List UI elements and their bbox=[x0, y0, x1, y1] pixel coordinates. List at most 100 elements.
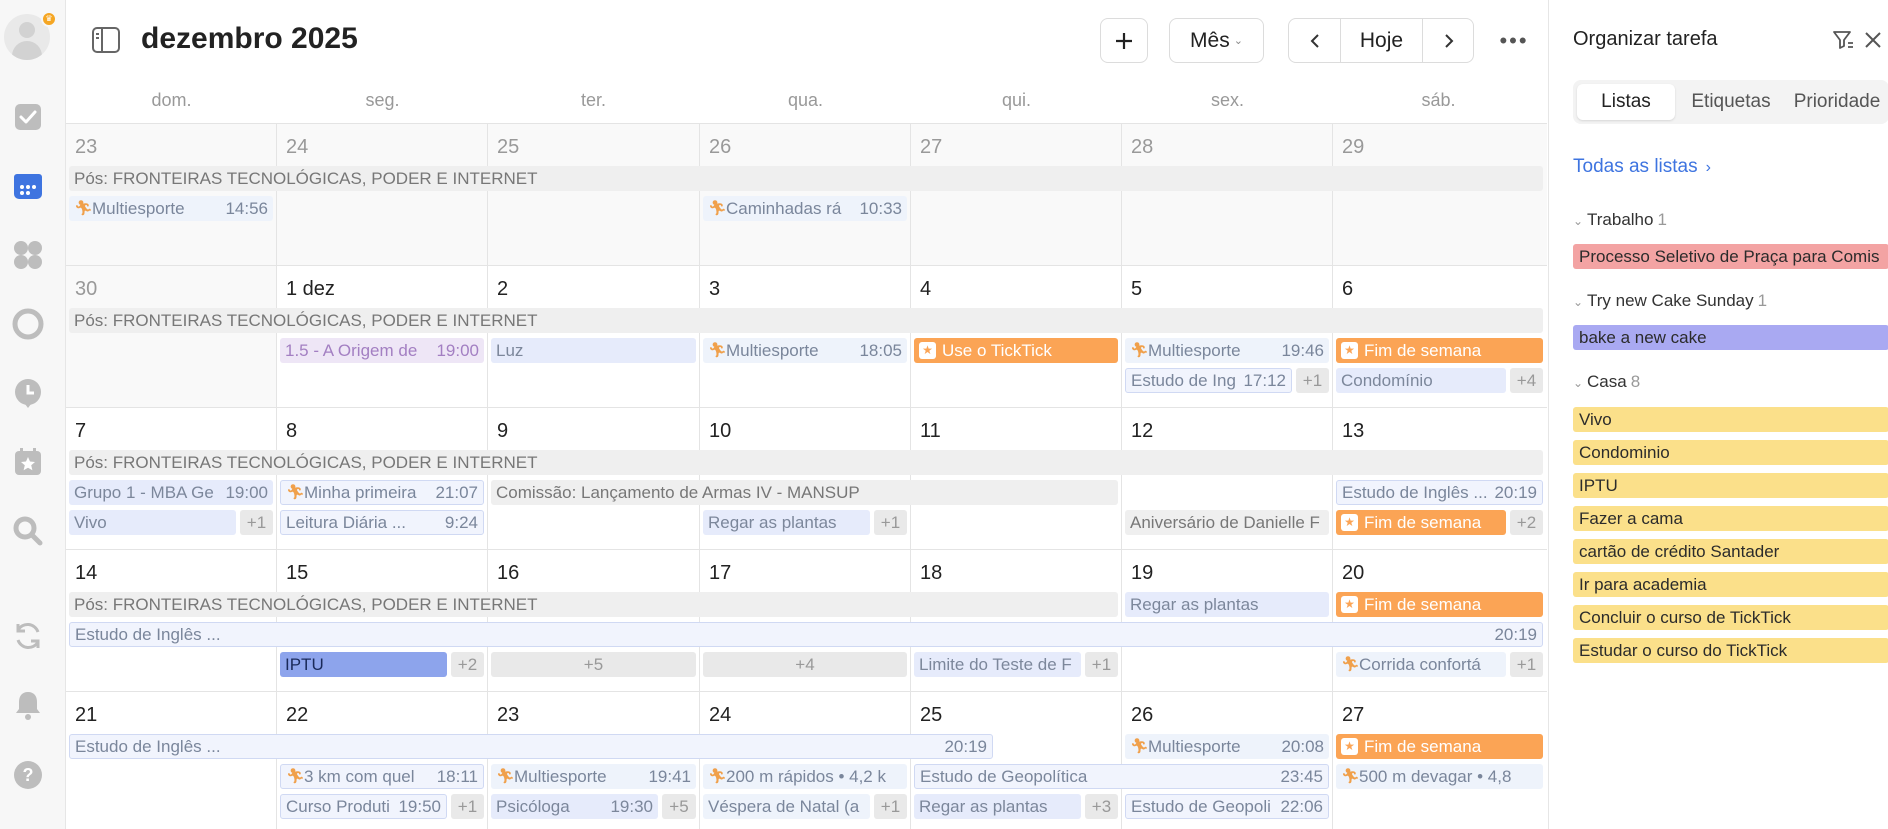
calendar-event[interactable]: Estudo de Inglês ... 20:19 bbox=[69, 734, 993, 759]
calendar-event[interactable]: Estudo de Inglês ... 20:19 bbox=[69, 622, 1543, 647]
calendar-event[interactable]: Psicóloga 19:30 bbox=[491, 794, 658, 819]
more-events-button[interactable]: +1 bbox=[1085, 652, 1118, 677]
calendar-event[interactable]: ★ Fim de semana bbox=[1336, 510, 1506, 535]
calendar-event[interactable]: Grupo 1 - MBA Ge 19:00 bbox=[69, 480, 273, 505]
tab-listas[interactable]: Listas bbox=[1577, 84, 1675, 120]
more-options-icon[interactable]: ••• bbox=[1494, 26, 1534, 56]
sync-icon[interactable] bbox=[9, 617, 47, 655]
next-button[interactable] bbox=[1422, 19, 1474, 62]
calendar-event[interactable]: 🏃︎ 200 m rápidos • 4,2 k bbox=[703, 764, 907, 789]
more-events-button[interactable]: +3 bbox=[1085, 794, 1118, 819]
task-item[interactable]: IPTU bbox=[1573, 473, 1888, 498]
list-group-header[interactable]: ⌄ Try new Cake Sunday 1 bbox=[1573, 291, 1767, 311]
list-group-header[interactable]: ⌄ Trabalho 1 bbox=[1573, 210, 1667, 230]
day-cell[interactable]: 21 bbox=[66, 692, 277, 829]
more-events-button[interactable]: +1 bbox=[874, 794, 907, 819]
task-item[interactable]: Estudar o curso do TickTick bbox=[1573, 638, 1888, 663]
calendar-event[interactable]: ★ Fim de semana bbox=[1336, 338, 1543, 363]
task-item[interactable]: Ir para academia bbox=[1573, 572, 1888, 597]
tasks-icon[interactable] bbox=[9, 98, 47, 136]
calendar-event[interactable]: Regar as plantas bbox=[1125, 592, 1329, 617]
task-item[interactable]: Condominio bbox=[1573, 440, 1888, 465]
prev-button[interactable] bbox=[1289, 19, 1341, 62]
day-cell[interactable]: 24 bbox=[277, 124, 488, 265]
all-lists-link[interactable]: Todas as listas › bbox=[1573, 156, 1711, 178]
more-events-button[interactable]: +1 bbox=[1296, 368, 1329, 393]
task-item[interactable]: Vivo bbox=[1573, 407, 1888, 432]
day-cell[interactable]: 25 bbox=[488, 124, 700, 265]
more-events-button[interactable]: +1 bbox=[1510, 652, 1543, 677]
calendar-event[interactable]: Pós: FRONTEIRAS TECNOLÓGICAS, PODER E IN… bbox=[69, 592, 1118, 617]
day-cell[interactable]: 28 bbox=[1122, 124, 1333, 265]
calendar-event[interactable]: 1.5 - A Origem de 19:00 bbox=[280, 338, 484, 363]
more-events-button[interactable]: +5 bbox=[662, 794, 696, 819]
day-cell[interactable]: 23 bbox=[66, 124, 277, 265]
calendar-event[interactable]: 🏃︎ Multiesporte 14:56 bbox=[69, 196, 273, 221]
calendar-event[interactable]: Condomínio bbox=[1336, 368, 1506, 393]
calendar-event[interactable]: Aniversário de Danielle F bbox=[1125, 510, 1329, 535]
day-cell[interactable]: 1 dez bbox=[277, 266, 488, 407]
more-events-button[interactable]: +1 bbox=[240, 510, 273, 535]
calendar-event[interactable]: ★ Fim de semana bbox=[1336, 592, 1543, 617]
day-cell[interactable]: 9 bbox=[488, 408, 700, 549]
day-cell[interactable]: 3 bbox=[700, 266, 911, 407]
calendar-event[interactable]: Limite do Teste de F bbox=[914, 652, 1081, 677]
day-cell[interactable]: 14 bbox=[66, 550, 277, 691]
task-item[interactable]: bake a new cake bbox=[1573, 325, 1888, 350]
star-calendar-icon[interactable] bbox=[9, 443, 47, 481]
sidebar-toggle-icon[interactable] bbox=[91, 26, 121, 54]
day-cell[interactable]: 27 bbox=[1333, 692, 1547, 829]
more-events-button[interactable]: +5 bbox=[491, 652, 696, 677]
list-group-header[interactable]: ⌄ Casa 8 bbox=[1573, 372, 1640, 392]
calendar-icon[interactable] bbox=[9, 167, 47, 205]
calendar-event[interactable]: 🏃︎ 500 m devagar • 4,8 bbox=[1336, 764, 1543, 789]
today-button[interactable]: Hoje bbox=[1341, 19, 1422, 62]
clock-icon[interactable] bbox=[9, 374, 47, 412]
calendar-event[interactable]: 🏃︎ Caminhadas rá 10:33 bbox=[703, 196, 907, 221]
more-events-button[interactable]: +2 bbox=[451, 652, 484, 677]
calendar-event[interactable]: 🏃︎ Multiesporte 19:46 bbox=[1125, 338, 1329, 363]
calendar-event[interactable]: Pós: FRONTEIRAS TECNOLÓGICAS, PODER E IN… bbox=[69, 166, 1543, 191]
calendar-event[interactable]: Estudo de Geopolítica 23:45 bbox=[914, 764, 1329, 789]
calendar-event[interactable]: ★ Fim de semana bbox=[1336, 734, 1543, 759]
calendar-event[interactable]: ★ Use o TickTick bbox=[914, 338, 1118, 363]
focus-icon[interactable] bbox=[9, 305, 47, 343]
calendar-event[interactable]: 🏃︎ 3 km com quel 18:11 bbox=[280, 764, 484, 789]
day-cell[interactable]: 27 bbox=[911, 124, 1122, 265]
more-events-button[interactable]: +4 bbox=[1510, 368, 1543, 393]
task-item[interactable]: cartão de crédito Santader bbox=[1573, 539, 1888, 564]
tab-etiquetas[interactable]: Etiquetas bbox=[1679, 84, 1783, 120]
calendar-event[interactable]: Estudo de Ing 17:12 bbox=[1125, 368, 1292, 393]
close-icon[interactable] bbox=[1861, 28, 1885, 52]
filter-icon[interactable] bbox=[1831, 28, 1855, 52]
help-icon[interactable]: ? bbox=[9, 756, 47, 794]
task-item[interactable]: Concluir o curso de TickTick bbox=[1573, 605, 1888, 630]
calendar-event[interactable]: 🏃︎ Corrida confortá bbox=[1336, 652, 1506, 677]
day-cell[interactable]: 26 bbox=[700, 124, 911, 265]
more-events-button[interactable]: +1 bbox=[451, 794, 484, 819]
tab-prioridade[interactable]: Prioridade bbox=[1785, 84, 1888, 120]
more-events-button[interactable]: +4 bbox=[703, 652, 907, 677]
more-events-button[interactable]: +2 bbox=[1510, 510, 1543, 535]
calendar-event[interactable]: Regar as plantas bbox=[914, 794, 1081, 819]
calendar-event[interactable]: Vivo bbox=[69, 510, 236, 535]
calendar-event[interactable]: Estudo de Geopoli 22:06 bbox=[1125, 794, 1329, 819]
calendar-event[interactable]: IPTU bbox=[280, 652, 447, 677]
calendar-event[interactable]: 🏃︎ Minha primeira 21:07 bbox=[280, 480, 484, 505]
calendar-event[interactable]: Comissão: Lançamento de Armas IV - MANSU… bbox=[491, 480, 1118, 505]
task-item[interactable]: Fazer a cama bbox=[1573, 506, 1888, 531]
day-cell[interactable]: 4 bbox=[911, 266, 1122, 407]
search-icon[interactable] bbox=[9, 512, 47, 550]
calendar-event[interactable]: Pós: FRONTEIRAS TECNOLÓGICAS, PODER E IN… bbox=[69, 308, 1543, 333]
calendar-event[interactable]: 🏃︎ Multiesporte 18:05 bbox=[703, 338, 907, 363]
calendar-event[interactable]: Estudo de Inglês ... 20:19 bbox=[1336, 480, 1543, 505]
bell-icon[interactable] bbox=[9, 686, 47, 724]
day-cell[interactable]: 2 bbox=[488, 266, 700, 407]
calendar-event[interactable]: Curso Produti 19:50 bbox=[280, 794, 447, 819]
day-cell[interactable]: 29 bbox=[1333, 124, 1547, 265]
day-cell[interactable]: 30 bbox=[66, 266, 277, 407]
add-button[interactable] bbox=[1100, 18, 1148, 63]
calendar-event[interactable]: Luz bbox=[491, 338, 696, 363]
calendar-event[interactable]: 🏃︎ Multiesporte 20:08 bbox=[1125, 734, 1329, 759]
calendar-event[interactable]: 🏃︎ Multiesporte 19:41 bbox=[491, 764, 696, 789]
